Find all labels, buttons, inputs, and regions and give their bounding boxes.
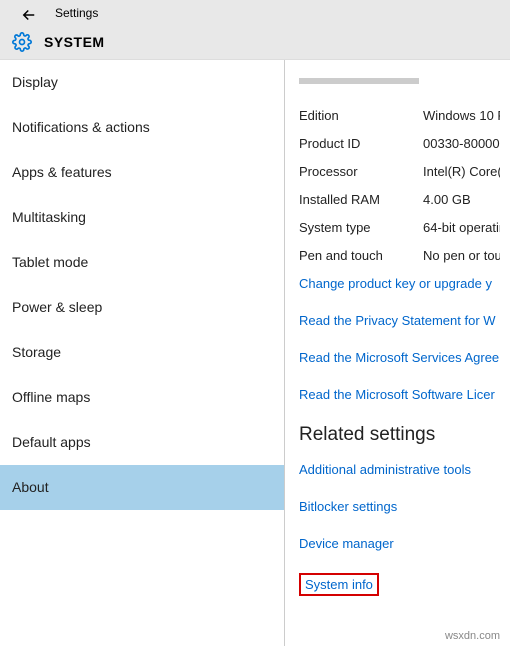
- sidebar-item-multitasking[interactable]: Multitasking: [0, 195, 284, 240]
- related-link-additional-administrative-tools[interactable]: Additional administrative tools: [299, 462, 500, 477]
- spec-value: 64-bit operatin: [423, 220, 500, 235]
- sidebar-item-offline-maps[interactable]: Offline maps: [0, 375, 284, 420]
- spec-row: Pen and touchNo pen or touc: [299, 248, 500, 263]
- spec-row: System type64-bit operatin: [299, 220, 500, 235]
- product-link[interactable]: Change product key or upgrade y: [299, 276, 500, 291]
- related-heading: Related settings: [299, 424, 500, 446]
- sidebar-item-notifications-actions[interactable]: Notifications & actions: [0, 105, 284, 150]
- sidebar-item-tablet-mode[interactable]: Tablet mode: [0, 240, 284, 285]
- spec-value: Intel(R) Core(TM: [423, 164, 500, 179]
- sidebar-item-apps-features[interactable]: Apps & features: [0, 150, 284, 195]
- spec-row: Product ID00330-80000-0: [299, 136, 500, 151]
- breadcrumb: Settings: [55, 6, 98, 20]
- spec-label: Installed RAM: [299, 192, 423, 207]
- spec-row: ProcessorIntel(R) Core(TM: [299, 164, 500, 179]
- spec-label: Product ID: [299, 136, 423, 151]
- spec-row: Installed RAM4.00 GB: [299, 192, 500, 207]
- watermark: wsxdn.com: [445, 630, 500, 642]
- back-arrow-icon: [20, 6, 38, 24]
- spec-label: Edition: [299, 108, 423, 123]
- gear-icon: [12, 32, 32, 52]
- spec-label: Pen and touch: [299, 248, 423, 263]
- related-links: Additional administrative tools Bitlocker…: [299, 462, 500, 618]
- sidebar-item-default-apps[interactable]: Default apps: [0, 420, 284, 465]
- product-link[interactable]: Read the Microsoft Services Agree: [299, 350, 500, 365]
- related-link-device-manager[interactable]: Device manager: [299, 536, 500, 551]
- sidebar-item-power-sleep[interactable]: Power & sleep: [0, 285, 284, 330]
- spec-label: Processor: [299, 164, 423, 179]
- spec-value: No pen or touc: [423, 248, 500, 263]
- spec-value: 4.00 GB: [423, 192, 500, 207]
- category-title: SYSTEM: [44, 34, 105, 50]
- sidebar-item-storage[interactable]: Storage: [0, 330, 284, 375]
- back-button[interactable]: [20, 6, 38, 29]
- spec-label: System type: [299, 220, 423, 235]
- related-link-system-info[interactable]: System info: [305, 577, 373, 592]
- highlighted-link[interactable]: System info: [299, 573, 379, 596]
- sidebar-item-about[interactable]: About: [0, 465, 284, 510]
- section-bar: [299, 78, 419, 84]
- app-header: Settings SYSTEM: [0, 0, 510, 60]
- category-row: SYSTEM: [12, 32, 105, 52]
- product-links: Change product key or upgrade y Read the …: [299, 276, 500, 402]
- spec-row: EditionWindows 10 Pro: [299, 108, 500, 123]
- related-link-bitlocker-settings[interactable]: Bitlocker settings: [299, 499, 500, 514]
- spec-table: EditionWindows 10 ProProduct ID00330-800…: [299, 108, 500, 263]
- spec-value: Windows 10 Pro: [423, 108, 500, 123]
- product-link[interactable]: Read the Privacy Statement for W: [299, 313, 500, 328]
- content-area: DisplayNotifications & actionsApps & fea…: [0, 60, 510, 646]
- sidebar: DisplayNotifications & actionsApps & fea…: [0, 60, 285, 646]
- details-pane: EditionWindows 10 ProProduct ID00330-800…: [285, 60, 510, 646]
- spec-value: 00330-80000-0: [423, 136, 500, 151]
- sidebar-item-display[interactable]: Display: [0, 60, 284, 105]
- product-link[interactable]: Read the Microsoft Software Licer: [299, 387, 500, 402]
